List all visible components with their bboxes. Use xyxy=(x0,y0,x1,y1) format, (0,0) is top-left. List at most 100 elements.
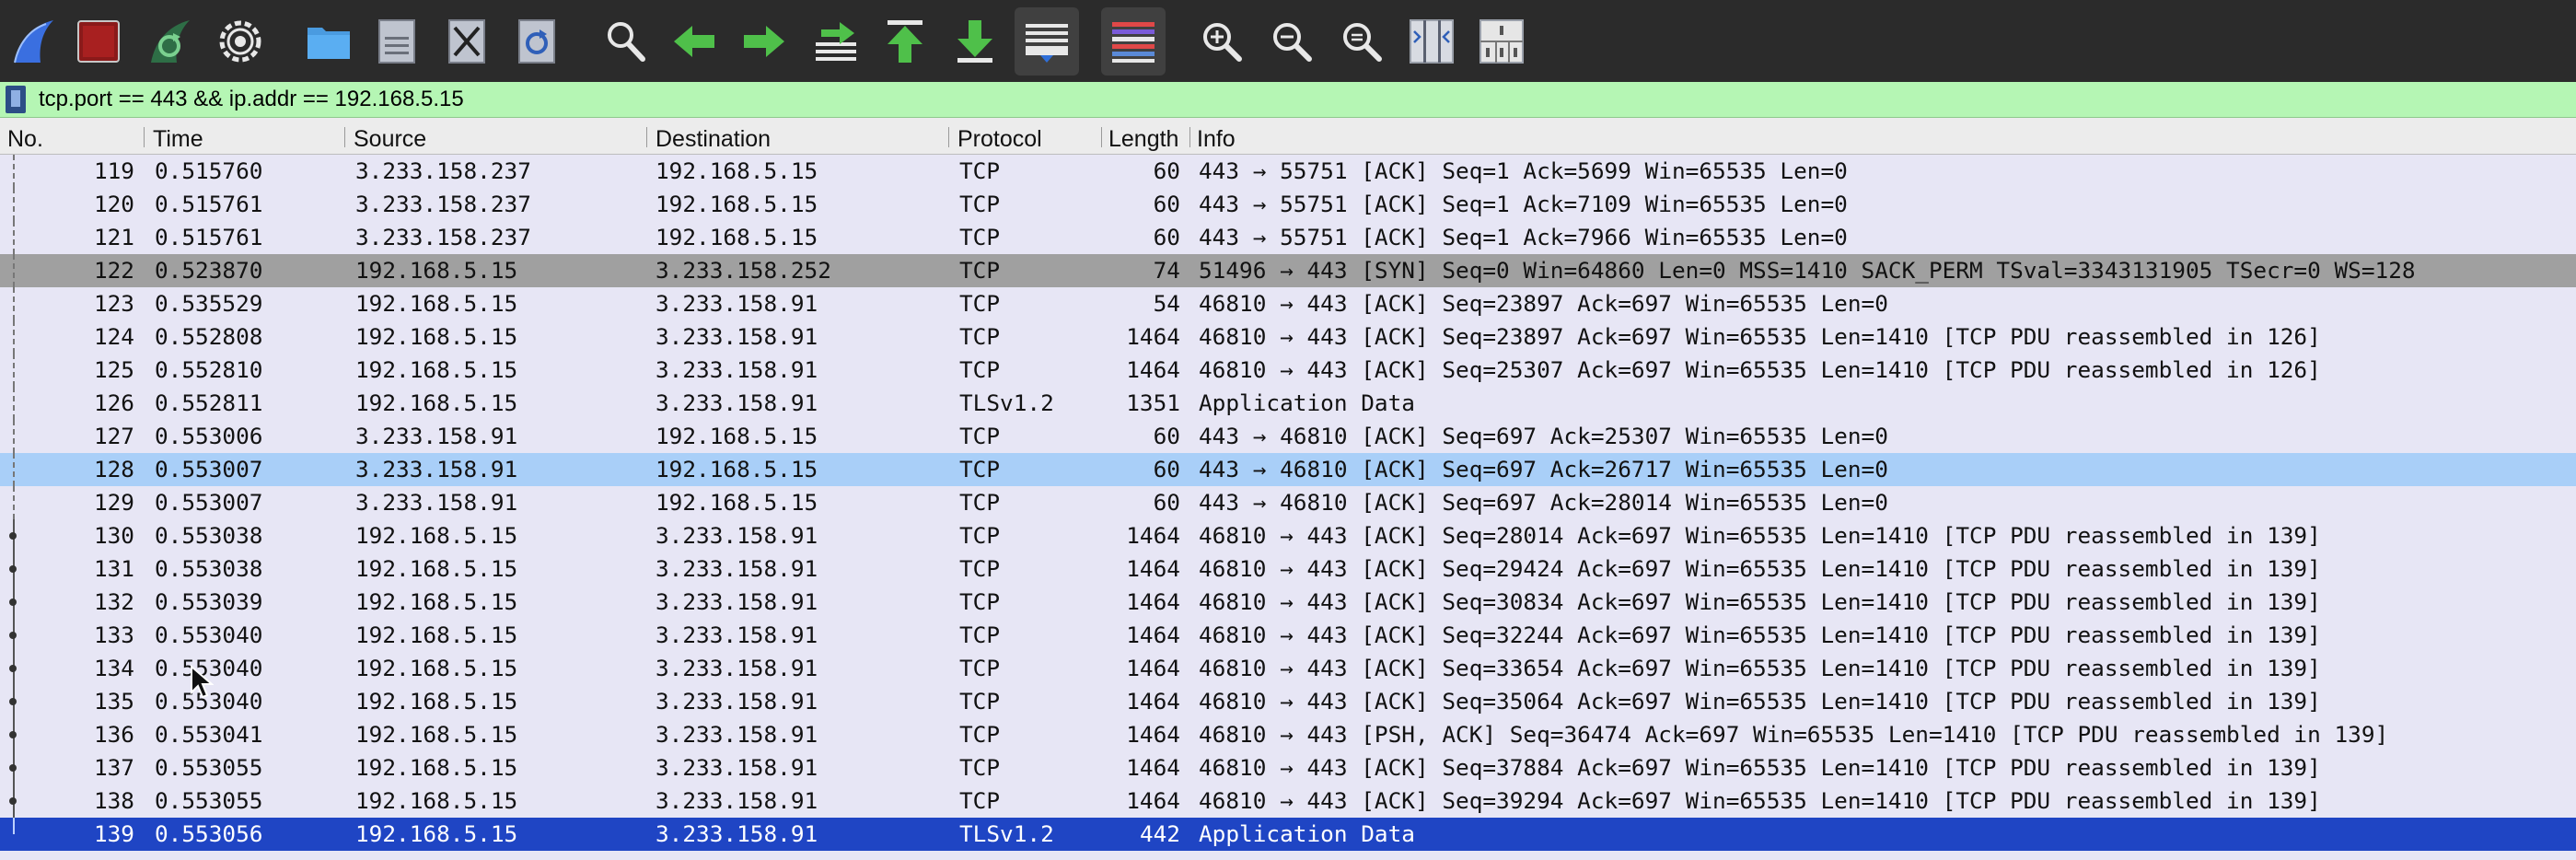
packet-time: 0.553055 xyxy=(155,754,263,781)
display-filter-input[interactable] xyxy=(39,84,2524,115)
packet-row[interactable]: 139 0.553056 192.168.5.15 3.233.158.91 T… xyxy=(0,818,2576,851)
open-file-button[interactable] xyxy=(296,7,361,76)
packet-number: 125 xyxy=(93,356,134,383)
packet-source: 192.168.5.15 xyxy=(355,588,518,615)
go-first-packet-button[interactable] xyxy=(873,7,937,76)
packet-protocol: TCP xyxy=(959,290,1001,317)
packet-length: 60 xyxy=(1153,157,1180,184)
go-to-packet-button[interactable] xyxy=(805,7,869,76)
zoom-in-icon xyxy=(1203,23,1242,62)
packet-row[interactable]: 123 0.535529 192.168.5.15 3.233.158.91 T… xyxy=(0,287,2576,320)
packet-row[interactable]: 135 0.553040 192.168.5.15 3.233.158.91 T… xyxy=(0,685,2576,718)
packet-source: 192.168.5.15 xyxy=(355,622,518,648)
column-separator[interactable] xyxy=(948,127,949,147)
colorize-button[interactable] xyxy=(1101,7,1166,76)
packet-row[interactable]: 124 0.552808 192.168.5.15 3.233.158.91 T… xyxy=(0,320,2576,354)
packet-length: 60 xyxy=(1153,423,1180,449)
packet-source: 192.168.5.15 xyxy=(355,688,518,715)
packet-number: 131 xyxy=(93,555,134,582)
resize-columns-button[interactable] xyxy=(1399,7,1464,76)
packet-row[interactable]: 126 0.552811 192.168.5.15 3.233.158.91 T… xyxy=(0,387,2576,420)
packet-row[interactable]: 131 0.553038 192.168.5.15 3.233.158.91 T… xyxy=(0,552,2576,586)
column-separator[interactable] xyxy=(646,127,647,147)
packet-bytes-layout-button[interactable] xyxy=(1469,7,1534,76)
zoom-out-icon xyxy=(1273,23,1312,62)
packet-list[interactable]: 119 0.515760 3.233.158.237 192.168.5.15 … xyxy=(0,155,2576,851)
packet-protocol: TCP xyxy=(959,688,1001,715)
restart-capture-icon xyxy=(151,20,190,63)
packet-row[interactable]: 125 0.552810 192.168.5.15 3.233.158.91 T… xyxy=(0,354,2576,387)
packet-row[interactable]: 120 0.515761 3.233.158.237 192.168.5.15 … xyxy=(0,188,2576,221)
mouse-cursor-icon xyxy=(191,665,214,699)
go-back-button[interactable] xyxy=(663,7,727,76)
column-header-destination[interactable]: Destination xyxy=(656,118,941,155)
packet-source: 192.168.5.15 xyxy=(355,389,518,416)
reload-file-button[interactable] xyxy=(505,7,569,76)
packet-row[interactable]: 128 0.553007 3.233.158.91 192.168.5.15 T… xyxy=(0,453,2576,486)
packet-row[interactable]: 121 0.515761 3.233.158.237 192.168.5.15 … xyxy=(0,221,2576,254)
restart-capture-button[interactable] xyxy=(136,7,201,76)
packet-number: 122 xyxy=(93,257,134,284)
column-header-info[interactable]: Info xyxy=(1197,118,2559,155)
colorize-icon xyxy=(1112,22,1155,63)
packet-row[interactable]: 130 0.553038 192.168.5.15 3.233.158.91 T… xyxy=(0,519,2576,552)
packet-source: 192.168.5.15 xyxy=(355,356,518,383)
find-packet-button[interactable] xyxy=(593,7,657,76)
packet-row[interactable]: 136 0.553041 192.168.5.15 3.233.158.91 T… xyxy=(0,718,2576,751)
packet-protocol: TCP xyxy=(959,423,1001,449)
zoom-out-button[interactable] xyxy=(1259,7,1324,76)
packet-row[interactable]: 122 0.523870 192.168.5.15 3.233.158.252 … xyxy=(0,254,2576,287)
packet-info: 46810 → 443 [ACK] Seq=23897 Ack=697 Win=… xyxy=(1199,290,1888,317)
reload-file-icon xyxy=(518,19,555,64)
column-header-length[interactable]: Length xyxy=(1108,118,1186,155)
packet-row[interactable]: 132 0.553039 192.168.5.15 3.233.158.91 T… xyxy=(0,586,2576,619)
packet-protocol: TLSv1.2 xyxy=(959,389,1054,416)
packet-length: 1464 xyxy=(1126,522,1180,549)
packet-length: 1464 xyxy=(1126,555,1180,582)
packet-protocol: TCP xyxy=(959,588,1001,615)
packet-time: 0.515761 xyxy=(155,224,263,250)
column-separator[interactable] xyxy=(1101,127,1102,147)
packet-protocol: TCP xyxy=(959,356,1001,383)
packet-length: 1464 xyxy=(1126,787,1180,814)
column-separator[interactable] xyxy=(344,127,345,147)
column-separator[interactable] xyxy=(1189,127,1190,147)
packet-row[interactable]: 129 0.553007 3.233.158.91 192.168.5.15 T… xyxy=(0,486,2576,519)
normal-size-button[interactable] xyxy=(1329,7,1394,76)
packet-source: 3.233.158.91 xyxy=(355,489,518,516)
column-header-no[interactable]: No. xyxy=(7,118,136,155)
zoom-in-button[interactable] xyxy=(1189,7,1254,76)
save-file-button[interactable] xyxy=(365,7,429,76)
packet-destination: 3.233.158.91 xyxy=(656,356,818,383)
packet-destination: 3.233.158.91 xyxy=(656,522,818,549)
packet-row[interactable]: 133 0.553040 192.168.5.15 3.233.158.91 T… xyxy=(0,619,2576,652)
packet-row[interactable]: 119 0.515760 3.233.158.237 192.168.5.15 … xyxy=(0,155,2576,188)
auto-scroll-button[interactable] xyxy=(1015,7,1079,76)
column-header-source[interactable]: Source xyxy=(354,118,639,155)
packet-source: 192.168.5.15 xyxy=(355,820,518,847)
packet-protocol: TCP xyxy=(959,224,1001,250)
stop-capture-button[interactable] xyxy=(66,7,131,76)
packet-number: 129 xyxy=(93,489,134,516)
packet-protocol: TCP xyxy=(959,257,1001,284)
go-back-icon xyxy=(674,26,714,57)
packet-number: 128 xyxy=(93,456,134,482)
packet-destination: 3.233.158.91 xyxy=(656,655,818,681)
go-last-packet-button[interactable] xyxy=(943,7,1007,76)
capture-options-button[interactable] xyxy=(208,7,273,76)
packet-row[interactable]: 137 0.553055 192.168.5.15 3.233.158.91 T… xyxy=(0,751,2576,784)
column-header-protocol[interactable]: Protocol xyxy=(957,118,1092,155)
column-separator[interactable] xyxy=(144,127,145,147)
packet-info: 46810 → 443 [ACK] Seq=29424 Ack=697 Win=… xyxy=(1199,555,2321,582)
packet-info: 51496 → 443 [SYN] Seq=0 Win=64860 Len=0 … xyxy=(1199,257,2416,284)
go-forward-button[interactable] xyxy=(731,7,795,76)
start-capture-button[interactable] xyxy=(0,7,64,76)
packet-row[interactable]: 134 0.553040 192.168.5.15 3.233.158.91 T… xyxy=(0,652,2576,685)
packet-row[interactable]: 138 0.553055 192.168.5.15 3.233.158.91 T… xyxy=(0,784,2576,818)
packet-info: 46810 → 443 [ACK] Seq=33654 Ack=697 Win=… xyxy=(1199,655,2321,681)
filter-bookmark-icon[interactable] xyxy=(6,86,26,113)
packet-row[interactable]: 127 0.553006 3.233.158.91 192.168.5.15 T… xyxy=(0,420,2576,453)
close-file-button[interactable] xyxy=(435,7,499,76)
packet-info: 46810 → 443 [ACK] Seq=23897 Ack=697 Win=… xyxy=(1199,323,2321,350)
column-header-time[interactable]: Time xyxy=(153,118,337,155)
